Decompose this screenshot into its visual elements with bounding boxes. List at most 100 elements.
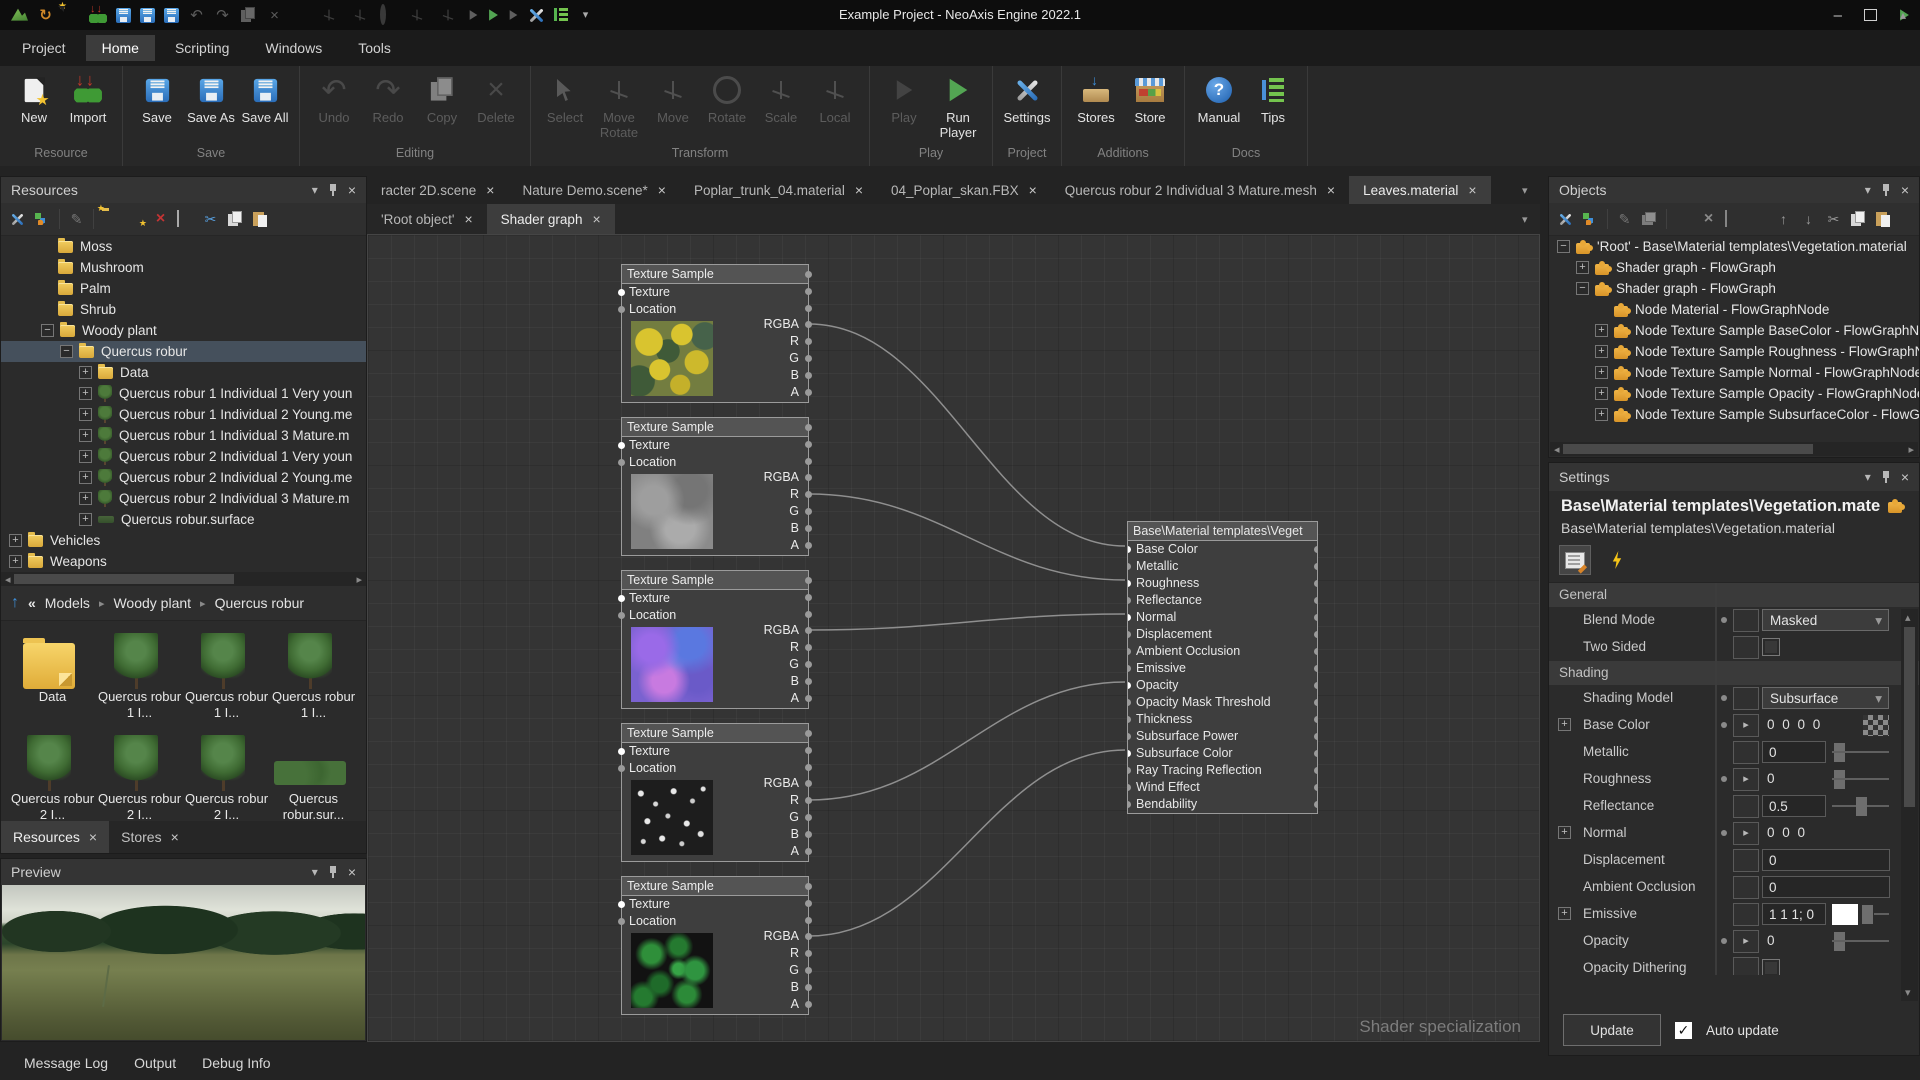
output-pin[interactable] xyxy=(805,321,812,328)
tree-expander[interactable]: + xyxy=(9,534,22,547)
settings-icon[interactable] xyxy=(528,7,545,24)
input-pin[interactable] xyxy=(618,442,625,449)
menu-item[interactable]: Tools xyxy=(342,35,407,61)
material-output-pin[interactable] xyxy=(1314,733,1317,740)
save-as-icon[interactable] xyxy=(140,8,155,23)
input-pin[interactable] xyxy=(618,306,625,313)
refresh-icon[interactable]: ↻ xyxy=(37,7,54,24)
output-pin[interactable] xyxy=(805,984,812,991)
node-title[interactable]: Texture Sample xyxy=(622,877,808,896)
scroll-down-icon[interactable]: ▾ xyxy=(1905,986,1911,999)
property-button[interactable] xyxy=(1733,687,1759,710)
resource-thumbnail[interactable]: Quercus robur 1 I... xyxy=(270,627,357,721)
move-up-icon[interactable]: ↑ xyxy=(1775,211,1792,228)
property-button[interactable] xyxy=(1733,609,1759,632)
resource-thumbnail[interactable]: Quercus robur 1 I... xyxy=(183,627,270,721)
minimize-icon[interactable]: – xyxy=(1834,7,1842,24)
output-pin[interactable] xyxy=(805,747,812,754)
tree-item[interactable]: + Quercus robur 2 Individual 3 Mature.m xyxy=(1,488,366,509)
tree-expander[interactable]: + xyxy=(1595,366,1608,379)
delete-icon[interactable]: × xyxy=(152,211,169,228)
copy-icon[interactable] xyxy=(227,211,244,228)
tools-icon[interactable] xyxy=(1558,212,1572,226)
save-all-button[interactable]: Save All xyxy=(239,72,291,125)
material-input-pin[interactable] xyxy=(1128,580,1131,587)
store-button[interactable]: Store xyxy=(1124,72,1176,125)
tree-expander[interactable]: + xyxy=(79,492,92,505)
tree-expander[interactable]: − xyxy=(1557,240,1570,253)
tree-item[interactable]: Mushroom xyxy=(1,257,366,278)
output-pin[interactable] xyxy=(805,661,812,668)
tree-item[interactable]: Shrub xyxy=(1,299,366,320)
pin-icon[interactable] xyxy=(1882,184,1890,196)
run-player-icon[interactable] xyxy=(489,9,498,20)
material-input-pin[interactable] xyxy=(1128,716,1131,723)
material-input-pin[interactable] xyxy=(1128,563,1131,570)
scrollbar-thumb[interactable] xyxy=(1904,627,1915,807)
material-input-pin[interactable] xyxy=(1128,614,1131,621)
resources-tree-hscrollbar[interactable]: ◂ ▸ xyxy=(1,572,366,586)
input-pin[interactable] xyxy=(618,459,625,466)
select-button[interactable]: Select xyxy=(539,72,591,125)
property-button[interactable] xyxy=(1733,849,1759,872)
section-general[interactable]: General xyxy=(1549,583,1919,607)
output-pin[interactable] xyxy=(805,542,812,549)
tree-item[interactable]: Moss xyxy=(1,236,366,257)
stores-button[interactable]: Stores xyxy=(1070,72,1122,125)
undo-button[interactable]: ↶Undo xyxy=(308,72,360,125)
sort-icon[interactable] xyxy=(554,7,568,23)
node-title[interactable]: Texture Sample xyxy=(622,724,808,743)
run-player-button[interactable]: Run Player xyxy=(932,72,984,140)
rename-icon[interactable] xyxy=(1725,210,1727,227)
base-color-swatch[interactable] xyxy=(1863,715,1889,736)
input-pin[interactable] xyxy=(618,595,625,602)
close-icon[interactable]: × xyxy=(348,866,356,878)
output-pin[interactable] xyxy=(805,508,812,515)
close-icon[interactable]: × xyxy=(348,184,356,196)
tree-item[interactable]: + Shader graph - FlowGraph xyxy=(1549,257,1919,278)
document-tabs-dropdown-icon[interactable]: ▾ xyxy=(1522,184,1528,197)
chevron-down-icon[interactable]: ▾ xyxy=(1865,470,1871,484)
resource-thumbnail[interactable]: Quercus robur 2 I... xyxy=(96,729,183,823)
pin-icon[interactable] xyxy=(1882,471,1890,483)
material-input-pin[interactable] xyxy=(1128,801,1131,808)
redo-icon[interactable]: ↷ xyxy=(214,7,231,24)
emissive-slider[interactable] xyxy=(1862,904,1889,925)
output-pin[interactable] xyxy=(805,814,812,821)
sort-icon[interactable] xyxy=(34,211,51,228)
tree-item[interactable]: − 'Root' - Base\Material templates\Veget… xyxy=(1549,236,1919,257)
material-node-title[interactable]: Base\Material templates\Veget xyxy=(1128,522,1317,541)
material-input-pin[interactable] xyxy=(1128,784,1131,791)
material-output-pin[interactable] xyxy=(1314,767,1317,774)
output-pin[interactable] xyxy=(805,1001,812,1008)
cut-icon[interactable]: ✂ xyxy=(202,211,219,228)
output-pin[interactable] xyxy=(805,831,812,838)
local-icon[interactable] xyxy=(441,8,454,21)
reflectance-input[interactable]: 0.5 xyxy=(1762,795,1826,817)
tree-expander[interactable]: + xyxy=(79,408,92,421)
tree-item[interactable]: − Shader graph - FlowGraph xyxy=(1549,278,1919,299)
scroll-left-icon[interactable]: ◂ xyxy=(1550,443,1560,456)
events-tab-button[interactable] xyxy=(1601,545,1633,575)
output-pin[interactable] xyxy=(805,933,812,940)
material-output-pin[interactable] xyxy=(1314,597,1317,604)
scale-icon[interactable] xyxy=(410,8,423,21)
up-icon[interactable]: ↑ xyxy=(11,594,19,612)
document-tab[interactable]: Nature Demo.scene* × xyxy=(508,176,680,204)
material-output-pin[interactable] xyxy=(1314,631,1317,638)
import-icon[interactable] xyxy=(89,7,107,23)
edit-icon[interactable]: ✎ xyxy=(1616,211,1633,228)
property-expander[interactable]: + xyxy=(1558,718,1571,731)
property-button[interactable]: ▸ xyxy=(1733,768,1759,791)
close-icon[interactable]: × xyxy=(1901,184,1909,196)
copy-button[interactable]: Copy xyxy=(416,72,468,125)
tree-item[interactable]: + Data xyxy=(1,362,366,383)
close-icon[interactable]: × xyxy=(1029,184,1037,196)
tools-icon[interactable] xyxy=(10,212,24,226)
input-pin[interactable] xyxy=(618,901,625,908)
tree-item[interactable]: + Quercus robur 1 Individual 3 Mature.m xyxy=(1,425,366,446)
tree-expander[interactable]: + xyxy=(79,450,92,463)
tree-item[interactable]: + Quercus robur.surface xyxy=(1,509,366,530)
texture-sample-node[interactable]: Texture Sample Texture Location RGBA R G xyxy=(621,723,809,862)
input-pin[interactable] xyxy=(618,765,625,772)
